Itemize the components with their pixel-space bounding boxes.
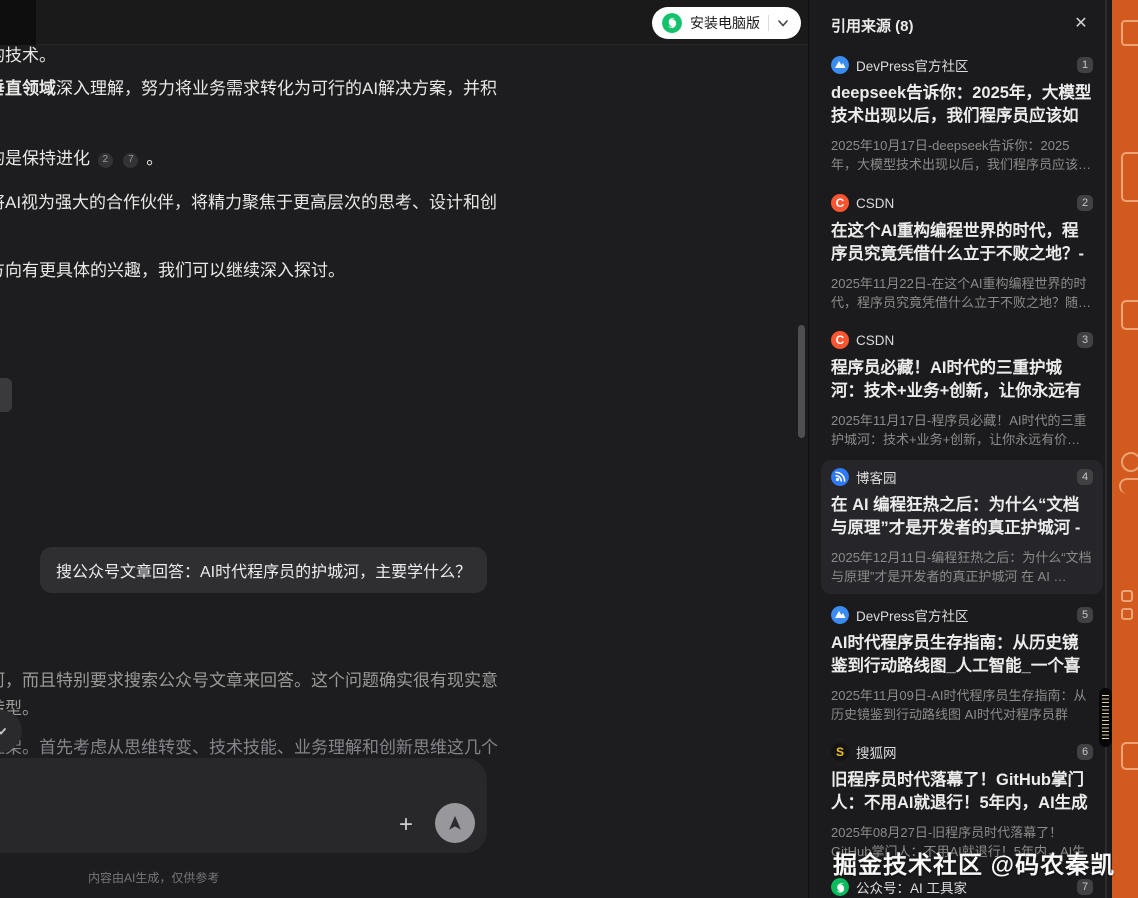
citations-panel: 引用来源 (8) ✕ DevPress官方社区 1 deepseek告诉你：20…: [808, 0, 1112, 898]
citation-number-badge: 5: [1077, 607, 1093, 623]
citation-source: 搜狐网: [856, 742, 897, 762]
sidebar-tool-icon[interactable]: [1121, 152, 1138, 202]
chevron-down-icon[interactable]: [777, 17, 789, 29]
user-message-bubble: 搜公众号文章回答：AI时代程序员的护城河，主要学什么？: [40, 547, 487, 593]
citation-number-badge: 4: [1077, 469, 1093, 485]
citation-item[interactable]: C CSDN 2 在这个AI重构编程世界的时代，程序员究竟凭借什么立于不败之地？…: [821, 186, 1103, 320]
message-input[interactable]: +: [0, 758, 487, 853]
citation-item-active[interactable]: 博客园 4 在 AI 编程狂热之后：为什么“文档与原理”才是开发者的真正护城河 …: [821, 460, 1103, 594]
send-arrow-icon: [445, 813, 465, 833]
devpress-favicon-icon: [831, 56, 849, 74]
citation-source: CSDN: [856, 333, 894, 348]
citation-snippet: 2025年11月17日-程序员必藏！AI时代的三重护城河：技术+业务+创新，让你…: [831, 411, 1093, 449]
citation-number-badge: 7: [1077, 879, 1093, 895]
citation-item[interactable]: C CSDN 3 程序员必藏！AI时代的三重护城河：技术+业务+创新，让你永远有…: [821, 323, 1103, 457]
citation-snippet: 2025年11月22日-在这个AI重构编程世界的时代，程序员究竟凭借什么立于不败…: [831, 274, 1093, 312]
chat-scrollbar-thumb[interactable]: [798, 325, 805, 438]
assistant-text-line: 方向有更具体的兴趣，我们可以继续深入探讨。: [0, 261, 345, 281]
sidebar-tool-icon[interactable]: [1121, 742, 1138, 770]
citation-source: DevPress官方社区: [856, 605, 969, 625]
send-button[interactable]: [435, 803, 475, 843]
close-icon[interactable]: ✕: [1070, 13, 1092, 35]
citation-number-badge: 1: [1077, 57, 1093, 73]
ai-disclaimer: 内容由AI生成，仅供参考: [88, 869, 219, 886]
install-desktop-button[interactable]: 安装电脑版: [652, 7, 801, 39]
sidebar-user-icon[interactable]: [1121, 452, 1138, 472]
csdn-favicon-icon: C: [831, 331, 849, 349]
citation-source: CSDN: [856, 196, 894, 211]
panel-resize-grip[interactable]: [1099, 688, 1112, 747]
citation-number-badge: 2: [1077, 195, 1093, 211]
citation-source: DevPress官方社区: [856, 55, 969, 75]
cnblogs-favicon-icon: [831, 468, 849, 486]
attach-plus-icon[interactable]: +: [399, 813, 413, 837]
watermark-text: 掘金技术社区 @码农秦凯: [833, 845, 1115, 880]
citation-title[interactable]: 在这个AI重构编程世界的时代，程序员究竟凭借什么立于不败之地？-CSDN…: [831, 220, 1093, 267]
citation-title[interactable]: deepseek告诉你：2025年，大模型技术出现以后，我们程序员应该如何学…: [831, 82, 1093, 129]
wechat-official-favicon-icon: [831, 878, 849, 896]
citation-title[interactable]: 程序员必藏！AI时代的三重护城河：技术+业务+创新，让你永远有价值！_…: [831, 357, 1093, 404]
grip-stripes: [1102, 695, 1109, 740]
topbar-corner-block: [0, 0, 36, 45]
devpress-favicon-icon: [831, 606, 849, 624]
app-window: 安装电脑版 的技术。 垂直领域深入理解，努力将业务需求转化为可行的AI解决方案，…: [0, 0, 1138, 898]
left-edge-tab[interactable]: [0, 378, 12, 412]
sidebar-user-icon: [1119, 478, 1138, 494]
button-divider: [768, 15, 769, 31]
sidebar-grid-icon[interactable]: [1121, 590, 1133, 602]
chevron-down-icon: [0, 724, 8, 738]
citation-title[interactable]: AI时代程序员生存指南：从历史镜鉴到行动路线图_人工智能_一个喜欢中医…: [831, 632, 1093, 679]
assistant-text-line: 将AI视为强大的合作伙伴，将精力聚焦于更高层次的思考、设计和创: [0, 193, 497, 213]
sidebar-tool-icon[interactable]: [1121, 300, 1138, 330]
citation-item[interactable]: DevPress官方社区 1 deepseek告诉你：2025年，大模型技术出现…: [821, 48, 1103, 182]
thinking-text-line: 框架。首先考虑从思维转变、技术技能、业务理解和创新思维这几个: [0, 738, 498, 758]
citation-title[interactable]: 在 AI 编程狂热之后：为什么“文档与原理”才是开发者的真正护城河 - 洛…: [831, 494, 1093, 541]
chat-topbar: 安装电脑版: [0, 0, 808, 45]
sidebar-tool-icon[interactable]: [1121, 20, 1138, 46]
citations-header: 引用来源 (8) ✕: [809, 0, 1112, 48]
citation-source: 博客园: [856, 467, 897, 487]
doubao-logo-icon: [662, 13, 682, 33]
assistant-text-line: 的技术。: [0, 46, 56, 66]
thinking-text-line: 河，而且特别要求搜索公众号文章来回答。这个问题确实很有现实意: [0, 671, 498, 691]
citation-title[interactable]: 旧程序员时代落幕了！GitHub掌门人：不用AI就退行！5年内，AI生成代…: [831, 769, 1093, 816]
user-message-text: 搜公众号文章回答：AI时代程序员的护城河，主要学什么？: [56, 558, 471, 582]
panel-scrollbar-track: [1105, 0, 1107, 898]
citation-snippet: 2025年12月11日-编程狂热之后：为什么“文档与原理”才是开发者的真正护城河…: [831, 548, 1093, 586]
citation-number-badge: 6: [1077, 744, 1093, 760]
external-sidebar-strip: [1112, 0, 1138, 898]
inline-citation-ref[interactable]: 2: [98, 153, 113, 168]
citation-source: 公众号：AI 工具家: [856, 877, 967, 897]
assistant-text-line: 垂直领域深入理解，努力将业务需求转化为可行的AI解决方案，并积: [0, 79, 497, 99]
chat-area: 安装电脑版 的技术。 垂直领域深入理解，努力将业务需求转化为可行的AI解决方案，…: [0, 0, 808, 898]
sohu-favicon-icon: S: [831, 743, 849, 761]
install-button-label: 安装电脑版: [690, 13, 760, 33]
inline-citation-ref[interactable]: 7: [123, 153, 138, 168]
citation-item[interactable]: DevPress官方社区 5 AI时代程序员生存指南：从历史镜鉴到行动路线图_人…: [821, 598, 1103, 733]
assistant-text-line: 的是保持进化 2 7 。: [0, 149, 163, 169]
citation-number-badge: 3: [1077, 332, 1093, 348]
citation-snippet: 2025年11月09日-AI时代程序员生存指南：从历史镜鉴到行动路线图 AI时代…: [831, 686, 1093, 725]
citations-title: 引用来源 (8): [831, 15, 914, 36]
citation-snippet: 2025年10月17日-deepseek告诉你：2025年，大模型技术出现以后，…: [831, 136, 1093, 174]
sidebar-grid-icon[interactable]: [1121, 608, 1133, 620]
csdn-favicon-icon: C: [831, 194, 849, 212]
